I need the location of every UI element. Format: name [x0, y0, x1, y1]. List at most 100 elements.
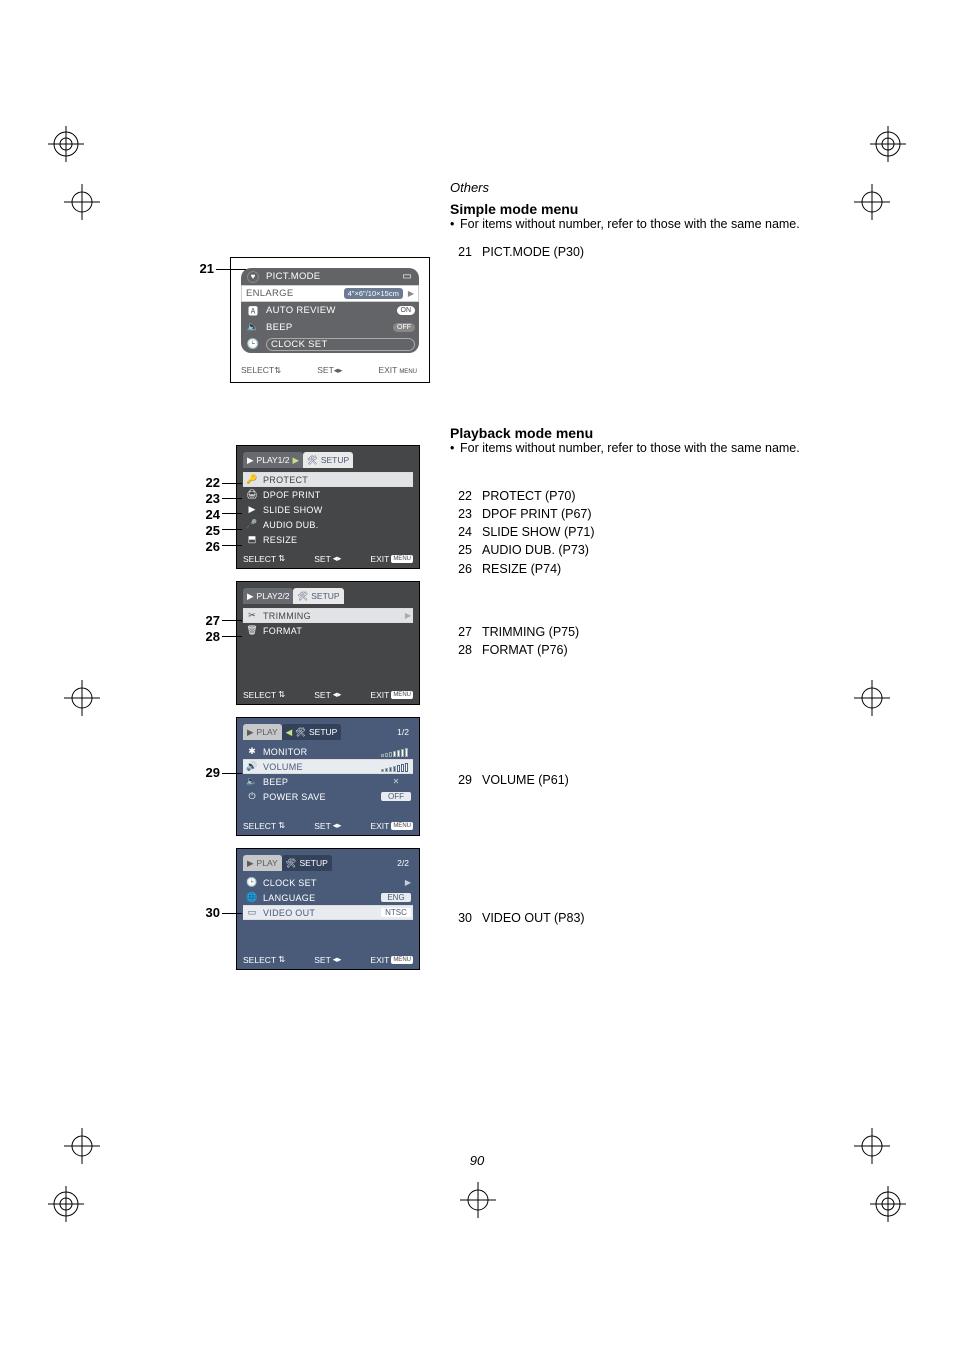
leader-line: [222, 773, 242, 774]
tab-play-label: PLAY: [257, 858, 278, 868]
leader-line: [222, 529, 242, 530]
scissors-icon: ✂: [245, 610, 259, 621]
row-power-save: ⏻POWER SAVEOFF: [243, 789, 413, 804]
leftright-icon: ◂▸: [333, 689, 342, 700]
playback-lcd-4: ▶PLAY 🛠SETUP 2/2 🕒CLOCK SET▶ 🌐LANGUAGEEN…: [236, 848, 420, 970]
page-indicator: 1/2: [393, 724, 413, 740]
tab-play-label: PLAY1/2: [257, 455, 290, 465]
ref-text: AUDIO DUB. (P73): [482, 541, 589, 559]
note-playback-text: For items without number, refer to those…: [460, 441, 800, 455]
heart-icon: ♥: [245, 271, 261, 283]
ref-num: 30: [450, 909, 472, 927]
label-protect: PROTECT: [263, 475, 411, 485]
callout-24: 24: [196, 507, 220, 522]
ref-text: PROTECT (P70): [482, 487, 576, 505]
ref-text: VIDEO OUT (P83): [482, 909, 585, 927]
ref-num: 27: [450, 623, 472, 641]
ref-num: 22: [450, 487, 472, 505]
row-protect: 🔑PROTECT: [243, 472, 413, 487]
updown-icon: ⇅: [278, 553, 285, 564]
lcd-footer: SELECT⇅ SET◂▸ EXITMENU: [243, 820, 413, 831]
footer-exit: EXIT: [370, 955, 389, 965]
footer-menu-badge: MENU: [397, 368, 419, 376]
playback-lcd-1: ▶PLAY1/2▶ 🛠SETUP 🔑PROTECT 🖨DPOF PRINT ▶S…: [236, 445, 420, 569]
chevron-right-icon: ▶: [408, 289, 414, 298]
ref-num: 23: [450, 505, 472, 523]
power-icon: ⏻: [245, 791, 259, 802]
callout-27: 27: [196, 613, 220, 628]
tab-play: ▶PLAY: [243, 855, 282, 871]
printers-mark-corner-icon: [870, 1186, 906, 1222]
wrench-icon: 🛠: [297, 591, 308, 602]
row-clock-set: 🕒 CLOCK SET ▶: [243, 875, 413, 890]
ref-text: DPOF PRINT (P67): [482, 505, 592, 523]
value-off: OFF: [381, 792, 411, 801]
lcd-footer: SELECT⇅ SET◂▸ EXITMENU: [243, 689, 413, 700]
leader-line: [222, 483, 242, 484]
footer-select: SELECT: [243, 554, 276, 564]
ref-item: 25AUDIO DUB. (P73): [450, 541, 595, 559]
row-video-out: ▭VIDEO OUTNTSC: [243, 905, 413, 920]
ref-num: 29: [450, 771, 472, 789]
updown-icon: ⇅: [278, 954, 285, 965]
ref-text: VOLUME (P61): [482, 771, 569, 789]
label-clock-set: CLOCK SET: [266, 338, 415, 351]
resize-icon: ⬒: [245, 534, 259, 545]
row-resize: ⬒RESIZE: [243, 532, 413, 547]
clock-icon: 🕒: [245, 339, 261, 350]
label-beep: BEEP: [263, 777, 377, 787]
card-icon: ▭: [399, 271, 415, 282]
slide-icon: ▶: [245, 504, 259, 515]
ref-num: 21: [450, 243, 472, 261]
row-language: 🌐LANGUAGEENG: [243, 890, 413, 905]
play-icon: ▶: [247, 858, 254, 869]
printers-mark-corner-icon: [48, 1186, 84, 1222]
footer-exit: EXIT: [370, 690, 389, 700]
print-icon: 🖨: [245, 489, 259, 500]
footer-select: SELECT: [243, 690, 276, 700]
footer-set: SET: [317, 365, 334, 375]
ref-text: PICT.MODE (P30): [482, 243, 584, 261]
tab-setup: 🛠SETUP: [293, 588, 343, 604]
registration-mark-icon: [854, 680, 890, 716]
ref-item: 24SLIDE SHOW (P71): [450, 523, 595, 541]
label-clock-set: CLOCK SET: [263, 878, 401, 888]
tab-setup-label: SETUP: [299, 858, 327, 868]
chevron-right-icon: ▶: [405, 611, 411, 620]
leftright-icon: ◂▸: [334, 365, 343, 375]
ref-item: 29 VOLUME (P61): [450, 771, 569, 789]
callout-22: 22: [196, 475, 220, 490]
value-eng: ENG: [381, 893, 411, 902]
value-bars: [378, 762, 411, 772]
updown-icon: ⇅: [278, 820, 285, 831]
row-slide: ▶ SLIDE SHOW: [243, 502, 413, 517]
clock-icon: 🕒: [245, 877, 259, 888]
tab-play: ▶PLAY2/2: [243, 588, 293, 604]
chevron-right-icon: ▶: [405, 878, 411, 887]
label-video-out: VIDEO OUT: [263, 908, 377, 918]
ref-item: 28FORMAT (P76): [450, 641, 579, 659]
tab-setup: 🛠SETUP: [282, 855, 332, 871]
label-beep: BEEP: [266, 322, 388, 333]
wrench-icon: 🛠: [286, 858, 297, 869]
callout-30: 30: [196, 905, 220, 920]
footer-set: SET: [314, 821, 331, 831]
footer-menu-badge: MENU: [391, 822, 413, 830]
leftright-icon: ◂▸: [333, 954, 342, 965]
lcd-footer: SELECT⇅ SET◂▸ EXITMENU: [243, 954, 413, 965]
registration-mark-icon: [64, 1128, 100, 1164]
row-pict-mode: ♥ PICT.MODE ▭: [241, 268, 419, 285]
callout-23: 23: [196, 491, 220, 506]
brightness-icon: ✱: [245, 746, 259, 757]
registration-mark-icon: [854, 184, 890, 220]
row-format: 🗑FORMAT: [243, 623, 413, 638]
ref-item: 22 PROTECT (P70): [450, 487, 595, 505]
tab-play: ▶PLAY: [243, 724, 282, 740]
leader-line: [222, 620, 242, 621]
label-slide: SLIDE SHOW: [263, 505, 411, 515]
chevron-left-icon: ◀: [286, 727, 293, 738]
footer-select: SELECT: [243, 955, 276, 965]
footer-menu-badge: MENU: [391, 691, 413, 699]
row-monitor: ✱MONITOR: [243, 744, 413, 759]
footer-set: SET: [314, 554, 331, 564]
